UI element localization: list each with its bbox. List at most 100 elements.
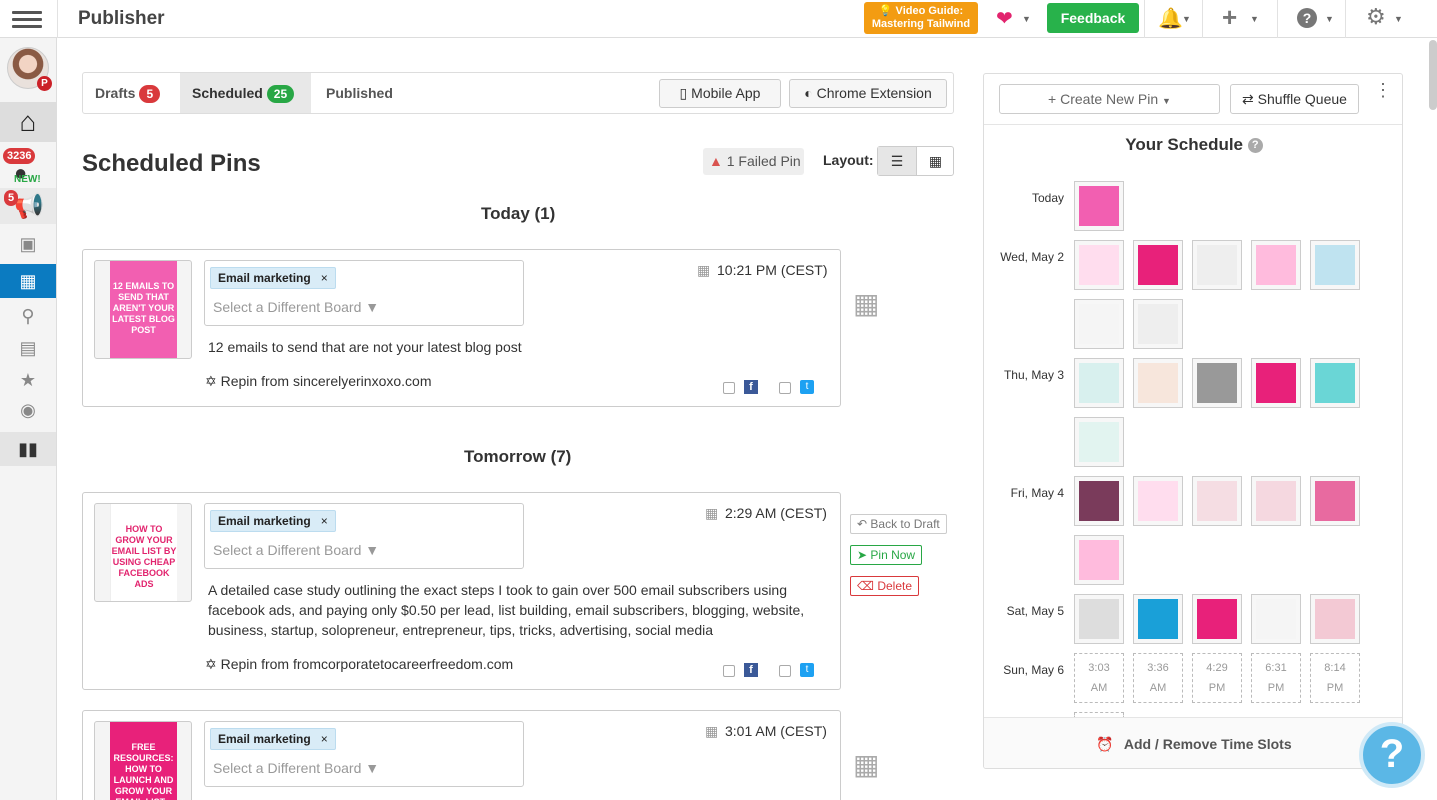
add-remove-time-slots-button[interactable]: ⏰ Add / Remove Time Slots <box>984 717 1402 768</box>
search-pins-icon[interactable]: ⚲ <box>0 306 56 327</box>
facebook-checkbox[interactable] <box>723 382 735 394</box>
scheduled-pin-thumbnail[interactable] <box>1133 476 1183 526</box>
image-icon[interactable]: ▣ <box>0 234 56 255</box>
gear-icon[interactable]: ⚙ <box>1366 4 1386 30</box>
scheduled-pin-thumbnail[interactable] <box>1310 594 1360 644</box>
scheduled-pin-thumbnail[interactable] <box>1133 594 1183 644</box>
board-selector[interactable]: Email marketing × Select a Different Boar… <box>204 721 524 787</box>
day-label: Wed, May 2 <box>1000 250 1064 264</box>
feedback-button[interactable]: Feedback <box>1047 3 1139 33</box>
pin-thumbnail[interactable]: HOW TO GROW YOUR EMAIL LIST BY USING CHE… <box>94 503 192 602</box>
facebook-checkbox[interactable] <box>723 665 735 677</box>
scheduled-pin-thumbnail[interactable] <box>1133 299 1183 349</box>
scheduled-pin-thumbnail[interactable] <box>1192 476 1242 526</box>
scheduled-pin-thumbnail[interactable] <box>1192 358 1242 408</box>
empty-time-slot[interactable]: 6:31 PM <box>1251 653 1301 703</box>
scheduled-pin-thumbnail[interactable] <box>1310 240 1360 290</box>
publisher-icon[interactable]: ▦ <box>0 264 56 298</box>
scheduled-pin-thumbnail[interactable] <box>1074 358 1124 408</box>
empty-time-slot[interactable]: 4:29 PM <box>1192 653 1242 703</box>
scheduled-pin-thumbnail[interactable] <box>1310 358 1360 408</box>
scheduled-pin-thumbnail[interactable] <box>1074 594 1124 644</box>
pin-now-label: Pin Now <box>870 548 916 562</box>
scheduled-pin-thumbnail[interactable] <box>1251 240 1301 290</box>
remove-board-icon[interactable]: × <box>321 732 328 746</box>
pin-now-icon[interactable]: ▦ <box>853 287 889 323</box>
chevron-down-icon[interactable]: ▼ <box>1250 14 1259 24</box>
board-selector[interactable]: Email marketing × Select a Different Boar… <box>204 503 524 569</box>
chrome-extension-button[interactable]: ◐ Chrome Extension <box>789 79 947 108</box>
scheduled-pin-thumbnail[interactable] <box>1133 358 1183 408</box>
scheduled-pin-thumbnail[interactable] <box>1192 240 1242 290</box>
help-chat-button[interactable]: ? <box>1359 722 1425 788</box>
twitter-checkbox[interactable] <box>779 382 791 394</box>
board-placeholder[interactable]: Select a Different Board ▼ <box>213 542 379 558</box>
tab-scheduled[interactable]: Scheduled 25 <box>180 73 311 113</box>
list-view-icon[interactable]: ☰ <box>878 147 916 175</box>
back-to-draft-button[interactable]: ↶ Back to Draft <box>850 514 947 534</box>
scheduled-pin-thumbnail[interactable] <box>1251 358 1301 408</box>
pin-description[interactable]: A detailed case study outlining the exac… <box>208 580 828 640</box>
scheduled-pin-thumbnail[interactable] <box>1074 299 1124 349</box>
menu-icon[interactable] <box>12 7 42 31</box>
pin-time[interactable]: 10:21 PM (CEST) <box>717 262 827 278</box>
failed-pin-button[interactable]: ▲ 1 Failed Pin <box>703 148 804 175</box>
board-placeholder[interactable]: Select a Different Board ▼ <box>213 760 379 776</box>
mobile-app-button[interactable]: ▯ Mobile App <box>659 79 781 108</box>
more-options-icon[interactable]: ⋮ <box>1374 81 1392 99</box>
pin-thumbnail[interactable]: FREE RESOURCES: HOW TO LAUNCH AND GROW Y… <box>94 721 192 800</box>
pin-now-button[interactable]: ➤ Pin Now <box>850 545 923 565</box>
pin-now-icon[interactable]: ▦ <box>853 748 889 784</box>
scheduled-pin-thumbnail[interactable] <box>1074 181 1124 231</box>
help-icon[interactable]: ? <box>1297 8 1317 28</box>
pin-description[interactable]: 12 emails to send that are not your late… <box>208 337 828 357</box>
board-placeholder[interactable]: Select a Different Board ▼ <box>213 299 379 315</box>
video-guide-button[interactable]: 💡 Video Guide: Mastering Tailwind <box>864 2 978 34</box>
bell-icon[interactable]: 🔔 <box>1158 6 1183 31</box>
scheduled-pin-thumbnail[interactable] <box>1133 240 1183 290</box>
create-new-pin-button[interactable]: + Create New Pin ▼ <box>999 84 1220 114</box>
chevron-down-icon[interactable]: ▼ <box>1325 14 1334 24</box>
tab-published[interactable]: Published <box>326 73 393 113</box>
scheduled-pin-thumbnail[interactable] <box>1074 240 1124 290</box>
schedule-title-label: Your Schedule <box>1125 135 1244 154</box>
avatar[interactable]: P <box>7 47 52 91</box>
empty-time-slot[interactable]: 3:36 AM <box>1133 653 1183 703</box>
pin-time[interactable]: 3:01 AM (CEST) <box>725 723 827 739</box>
calendar-icon[interactable]: ▤ <box>0 338 56 359</box>
board-selector[interactable]: Email marketing × Select a Different Boar… <box>204 260 524 326</box>
scheduled-pin-thumbnail[interactable] <box>1192 594 1242 644</box>
instagram-icon[interactable]: ◉ <box>0 400 56 421</box>
remove-board-icon[interactable]: × <box>321 271 328 285</box>
heart-icon[interactable]: ❤ <box>996 6 1013 31</box>
plus-icon[interactable]: + <box>1222 2 1237 33</box>
scrollbar[interactable] <box>1429 40 1437 110</box>
empty-time-slot[interactable]: 3:03 AM <box>1074 653 1124 703</box>
scheduled-pin-thumbnail[interactable] <box>1251 476 1301 526</box>
pin-thumbnail[interactable]: 12 EMAILS TO SEND THAT AREN'T YOUR LATES… <box>94 260 192 359</box>
pin-time[interactable]: 2:29 AM (CEST) <box>725 505 827 521</box>
scheduled-pin-thumbnail[interactable] <box>1251 594 1301 644</box>
chevron-down-icon[interactable]: ▼ <box>1394 14 1403 24</box>
remove-board-icon[interactable]: × <box>321 514 328 528</box>
delete-button[interactable]: ⌫ Delete <box>850 576 919 596</box>
chevron-down-icon[interactable]: ▼ <box>1182 14 1191 24</box>
analytics-icon[interactable]: ▮▮ <box>0 432 56 466</box>
divider <box>1144 0 1145 38</box>
scheduled-pin-thumbnail[interactable] <box>1074 476 1124 526</box>
twitter-checkbox[interactable] <box>779 665 791 677</box>
help-icon[interactable]: ? <box>1247 138 1263 153</box>
scheduled-pin-thumbnail[interactable] <box>1074 535 1124 585</box>
shuffle-queue-button[interactable]: ⇄ Shuffle Queue <box>1230 84 1359 114</box>
empty-time-slot[interactable]: 8:14 PM <box>1310 653 1360 703</box>
star-icon[interactable]: ★ <box>0 370 56 391</box>
home-icon[interactable]: ⌂ <box>0 102 56 142</box>
scheduled-pin-thumbnail[interactable] <box>1310 476 1360 526</box>
pin-card: FREE RESOURCES: HOW TO LAUNCH AND GROW Y… <box>82 710 841 800</box>
sidebar-item-campaigns[interactable]: 📢 5 <box>0 188 56 224</box>
tab-bar: Drafts 5 Scheduled 25 Published ▯ Mobile A… <box>82 72 954 114</box>
grid-view-icon[interactable]: ▦ <box>916 147 954 175</box>
chevron-down-icon[interactable]: ▼ <box>1022 14 1031 24</box>
scheduled-pin-thumbnail[interactable] <box>1074 417 1124 467</box>
tab-drafts[interactable]: Drafts 5 <box>95 73 161 113</box>
